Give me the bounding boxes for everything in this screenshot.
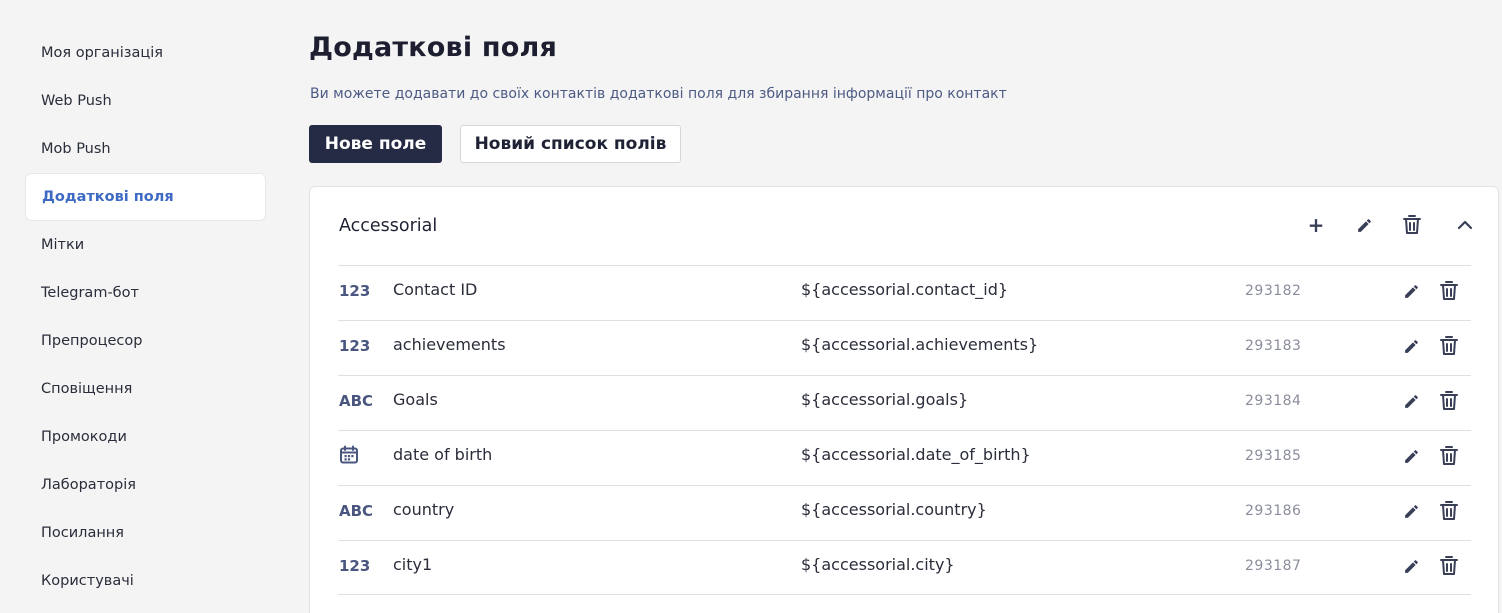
field-name: Goals <box>393 390 438 409</box>
field-variable: ${accessorial.country} <box>801 500 987 519</box>
page-title: Додаткові поля <box>309 32 558 63</box>
field-list: 123 Contact ID ${accessorial.contact_id} 29… <box>338 265 1471 595</box>
field-row: 123 Contact ID ${accessorial.contact_id} 29… <box>338 265 1471 320</box>
field-name: country <box>393 500 455 519</box>
sidebar-item[interactable]: Користувачі <box>25 557 266 605</box>
sidebar-item[interactable]: Лабораторія <box>25 461 266 509</box>
trash-icon[interactable] <box>1437 554 1461 578</box>
field-id: 293183 <box>1245 338 1302 354</box>
trash-icon[interactable] <box>1437 499 1461 523</box>
sidebar-item[interactable]: Telegram-бот <box>25 269 266 317</box>
number-type-icon: 123 <box>339 282 371 300</box>
sidebar-item[interactable]: Промокоди <box>25 413 266 461</box>
field-group-title: Accessorial <box>339 216 438 236</box>
sidebar-item[interactable]: Сповіщення <box>25 365 266 413</box>
field-id: 293182 <box>1245 283 1302 299</box>
field-row: ABC Goals ${accessorial.goals} 293184 <box>338 375 1471 430</box>
trash-icon[interactable] <box>1437 389 1461 413</box>
field-variable: ${accessorial.achievements} <box>801 335 1039 354</box>
sidebar-item[interactable]: Посилання <box>25 509 266 557</box>
sidebar-item[interactable]: Mob Push <box>25 125 266 173</box>
sidebar-item[interactable]: Додаткові поля <box>25 173 266 221</box>
pencil-icon[interactable] <box>1399 499 1423 523</box>
pencil-icon[interactable] <box>1399 444 1423 468</box>
plus-icon[interactable]: + <box>1304 213 1328 237</box>
settings-sidebar: Моя організація Web Push Mob Push Додаткові… <box>25 29 266 605</box>
field-id: 293185 <box>1245 448 1302 464</box>
field-name: achievements <box>393 335 506 354</box>
field-row: ABC country ${accessorial.country} 293186 <box>338 485 1471 540</box>
field-id: 293187 <box>1245 558 1302 574</box>
field-variable: ${accessorial.city} <box>801 555 955 574</box>
trash-icon[interactable] <box>1400 213 1424 237</box>
pencil-icon[interactable] <box>1399 554 1423 578</box>
field-row: date of birth ${accessorial.date_of_birth… <box>338 430 1471 485</box>
text-type-icon: ABC <box>339 392 374 410</box>
field-id: 293186 <box>1245 503 1302 519</box>
sidebar-item[interactable]: Web Push <box>25 77 266 125</box>
field-row: 123 achievements ${accessorial.achievement… <box>338 320 1471 375</box>
new-field-button[interactable]: Нове поле <box>309 125 442 163</box>
pencil-icon[interactable] <box>1399 279 1423 303</box>
field-group-card: Accessorial + 123 Contact ID ${accessorial… <box>309 186 1499 613</box>
chevron-up-icon[interactable] <box>1453 213 1477 237</box>
page-subtitle: Ви можете додавати до своїх контактів до… <box>310 86 1007 102</box>
trash-icon[interactable] <box>1437 444 1461 468</box>
field-name: date of birth <box>393 445 493 464</box>
field-variable: ${accessorial.goals} <box>801 390 969 409</box>
field-name: Contact ID <box>393 280 478 299</box>
field-variable: ${accessorial.contact_id} <box>801 280 1009 299</box>
new-field-list-button[interactable]: Новий список полів <box>460 125 681 163</box>
field-name: city1 <box>393 555 433 574</box>
sidebar-item[interactable]: Моя організація <box>25 29 266 77</box>
text-type-icon: ABC <box>339 502 374 520</box>
pencil-icon[interactable] <box>1399 334 1423 358</box>
trash-icon[interactable] <box>1437 334 1461 358</box>
field-id: 293184 <box>1245 393 1302 409</box>
calendar-icon <box>339 445 359 465</box>
trash-icon[interactable] <box>1437 279 1461 303</box>
sidebar-item[interactable]: Препроцесор <box>25 317 266 365</box>
number-type-icon: 123 <box>339 557 371 575</box>
number-type-icon: 123 <box>339 337 371 355</box>
field-variable: ${accessorial.date_of_birth} <box>801 445 1031 464</box>
sidebar-item[interactable]: Мітки <box>25 221 266 269</box>
pencil-icon[interactable] <box>1352 213 1376 237</box>
field-row: 123 city1 ${accessorial.city} 293187 <box>338 540 1471 595</box>
pencil-icon[interactable] <box>1399 389 1423 413</box>
